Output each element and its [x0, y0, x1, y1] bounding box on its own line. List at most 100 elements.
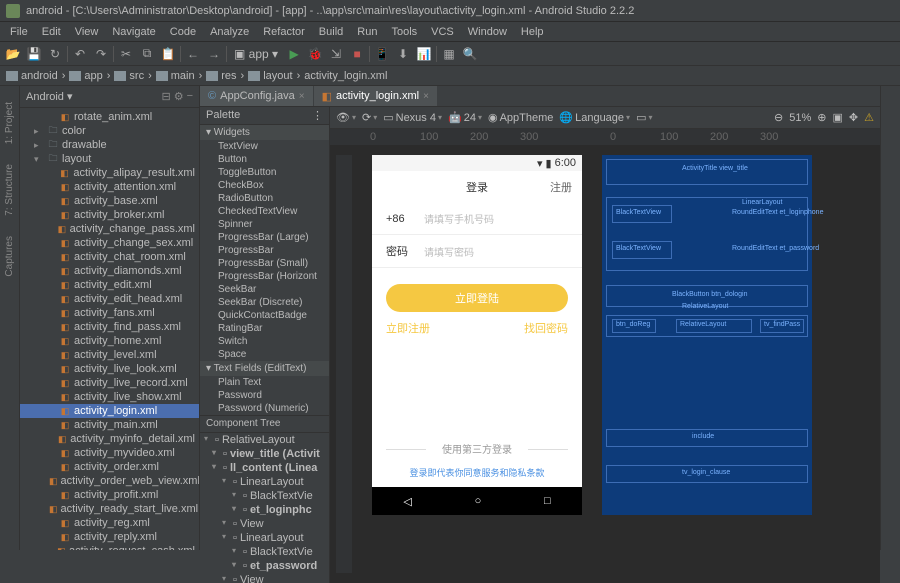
- menu-navigate[interactable]: Navigate: [106, 24, 161, 40]
- palette-group[interactable]: ▾ Widgets: [200, 125, 329, 140]
- menu-window[interactable]: Window: [462, 24, 513, 40]
- run-icon[interactable]: ▶: [285, 45, 303, 63]
- tree-file[interactable]: ◧activity_home.xml: [20, 334, 199, 348]
- hide-icon[interactable]: −: [187, 90, 193, 103]
- gear-icon[interactable]: ⚙: [174, 90, 184, 103]
- breadcrumb-seg[interactable]: layout: [248, 70, 292, 82]
- back-icon[interactable]: ←: [184, 45, 202, 63]
- tree-file[interactable]: ◧activity_base.xml: [20, 194, 199, 208]
- breadcrumb-seg[interactable]: main: [156, 70, 195, 82]
- pan-icon[interactable]: ✥: [849, 111, 858, 124]
- tree-file[interactable]: ◧activity_main.xml: [20, 418, 199, 432]
- palette-item[interactable]: ProgressBar (Small): [200, 257, 329, 270]
- orientation-icon[interactable]: ⟳▾: [362, 111, 377, 124]
- tree-file[interactable]: ◧activity_broker.xml: [20, 208, 199, 222]
- tree-file[interactable]: ◧activity_live_look.xml: [20, 362, 199, 376]
- palette-item[interactable]: CheckedTextView: [200, 205, 329, 218]
- menu-run[interactable]: Run: [351, 24, 383, 40]
- palette-list[interactable]: ▾ WidgetsTextViewButtonToggleButtonCheck…: [200, 125, 329, 415]
- palette-menu-icon[interactable]: ⋮: [312, 109, 323, 122]
- palette-item[interactable]: SeekBar: [200, 283, 329, 296]
- palette-item[interactable]: ToggleButton: [200, 166, 329, 179]
- tab-structure[interactable]: 7: Structure: [2, 158, 17, 222]
- theme-selector[interactable]: ◉AppTheme: [488, 111, 553, 124]
- palette-item[interactable]: RadioButton: [200, 192, 329, 205]
- paste-icon[interactable]: 📋: [159, 45, 177, 63]
- stop-icon[interactable]: ■: [348, 45, 366, 63]
- avd-icon[interactable]: 📱: [373, 45, 391, 63]
- palette-item[interactable]: CheckBox: [200, 179, 329, 192]
- palette-item[interactable]: QuickContactBadge: [200, 309, 329, 322]
- tab-project[interactable]: 1: Project: [2, 96, 17, 150]
- menu-tools[interactable]: Tools: [385, 24, 423, 40]
- component-node[interactable]: ▾▫ LinearLayout: [200, 531, 329, 545]
- forward-icon[interactable]: →: [205, 45, 223, 63]
- component-node[interactable]: ▾▫ ll_content (Linea: [200, 461, 329, 475]
- tree-file[interactable]: ◧activity_order_web_view.xml: [20, 474, 199, 488]
- component-node[interactable]: ▾▫ et_loginphc: [200, 503, 329, 517]
- menu-refactor[interactable]: Refactor: [257, 24, 311, 40]
- project-view-selector[interactable]: Android ▾: [26, 90, 73, 103]
- tree-file[interactable]: ◧activity_live_record.xml: [20, 376, 199, 390]
- component-node[interactable]: ▾▫ View: [200, 517, 329, 531]
- palette-item[interactable]: Spinner: [200, 218, 329, 231]
- tree-file[interactable]: ◧activity_diamonds.xml: [20, 264, 199, 278]
- palette-item[interactable]: Switch: [200, 335, 329, 348]
- palette-item[interactable]: Password (Numeric): [200, 402, 329, 415]
- tree-file[interactable]: ◧activity_request_cash.xml: [20, 544, 199, 550]
- collapse-icon[interactable]: ⊟: [161, 90, 170, 103]
- tree-file[interactable]: ◧activity_login.xml: [20, 404, 199, 418]
- tree-file[interactable]: ◧activity_chat_room.xml: [20, 250, 199, 264]
- palette-item[interactable]: RatingBar: [200, 322, 329, 335]
- close-icon[interactable]: ×: [423, 91, 429, 102]
- breadcrumb-seg[interactable]: android: [6, 70, 58, 82]
- fit-icon[interactable]: ▣: [833, 111, 843, 124]
- redo-icon[interactable]: ↷: [92, 45, 110, 63]
- tree-file[interactable]: ◧activity_change_pass.xml: [20, 222, 199, 236]
- eye-icon[interactable]: 👁▾: [336, 111, 356, 124]
- tree-file[interactable]: ◧activity_myvideo.xml: [20, 446, 199, 460]
- component-node[interactable]: ▾▫ BlackTextVie: [200, 545, 329, 559]
- palette-item[interactable]: Password: [200, 389, 329, 402]
- menu-code[interactable]: Code: [164, 24, 202, 40]
- tree-file[interactable]: ◧activity_profit.xml: [20, 488, 199, 502]
- structure-icon[interactable]: ▦: [440, 45, 458, 63]
- run-config-icon[interactable]: ▣ app ▾: [230, 45, 282, 63]
- api-selector[interactable]: 🤖24▾: [448, 111, 482, 124]
- palette-group[interactable]: ▾ Text Fields (EditText): [200, 361, 329, 376]
- component-node[interactable]: ▾▫ RelativeLayout: [200, 433, 329, 447]
- menu-edit[interactable]: Edit: [36, 24, 67, 40]
- component-tree[interactable]: ▾▫ RelativeLayout▾▫ view_title (Activit▾…: [200, 433, 329, 583]
- language-selector[interactable]: 🌐Language▾: [559, 111, 630, 124]
- copy-icon[interactable]: ⧉: [138, 45, 156, 63]
- zoom-in-icon[interactable]: ⊕: [817, 111, 826, 124]
- tree-folder[interactable]: ▸🗀drawable: [20, 138, 199, 152]
- tab-captures[interactable]: Captures: [2, 230, 17, 283]
- attach-icon[interactable]: ⇲: [327, 45, 345, 63]
- palette-item[interactable]: TextView: [200, 140, 329, 153]
- sync-icon[interactable]: ↻: [46, 45, 64, 63]
- canvas-body[interactable]: ▾ ▮ 6:00 登录 注册 +86 请填写手机号码: [330, 145, 880, 583]
- tree-folder[interactable]: ▾🗀layout: [20, 152, 199, 166]
- save-icon[interactable]: 💾: [25, 45, 43, 63]
- search-icon[interactable]: 🔍: [461, 45, 479, 63]
- component-node[interactable]: ▾▫ View: [200, 573, 329, 583]
- menu-analyze[interactable]: Analyze: [204, 24, 255, 40]
- open-icon[interactable]: 📂: [4, 45, 22, 63]
- tree-file[interactable]: ◧activity_ready_start_live.xml: [20, 502, 199, 516]
- component-node[interactable]: ▾▫ et_password: [200, 559, 329, 573]
- tree-file[interactable]: ◧rotate_anim.xml: [20, 110, 199, 124]
- menu-help[interactable]: Help: [515, 24, 550, 40]
- component-node[interactable]: ▾▫ LinearLayout: [200, 475, 329, 489]
- tree-file[interactable]: ◧activity_alipay_result.xml: [20, 166, 199, 180]
- zoom-out-icon[interactable]: ⊖: [774, 111, 783, 124]
- project-tree[interactable]: ◧rotate_anim.xml ▸🗀color ▸🗀drawable ▾🗀la…: [20, 108, 199, 550]
- tree-file[interactable]: ◧activity_live_show.xml: [20, 390, 199, 404]
- tree-file[interactable]: ◧activity_change_sex.xml: [20, 236, 199, 250]
- palette-item[interactable]: ProgressBar: [200, 244, 329, 257]
- palette-item[interactable]: Plain Text: [200, 376, 329, 389]
- palette-item[interactable]: Space: [200, 348, 329, 361]
- component-node[interactable]: ▾▫ BlackTextVie: [200, 489, 329, 503]
- monitor-icon[interactable]: 📊: [415, 45, 433, 63]
- menu-view[interactable]: View: [69, 24, 105, 40]
